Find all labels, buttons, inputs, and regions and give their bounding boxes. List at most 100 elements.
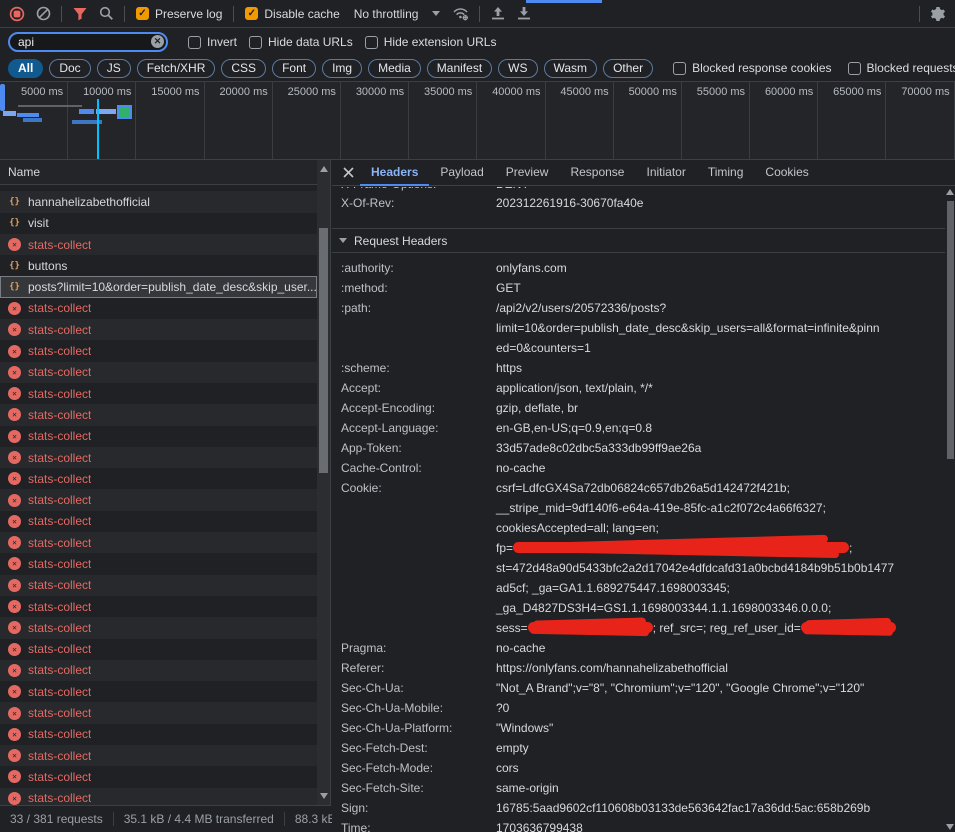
scroll-up-arrow-icon[interactable] <box>946 189 954 195</box>
preserve-log-toggle[interactable]: ✓ Preserve log <box>130 7 228 21</box>
disable-cache-checkbox[interactable]: ✓ <box>245 7 258 20</box>
request-row[interactable]: ✕ stats-collect <box>0 639 317 660</box>
details-tab[interactable]: Cookies <box>754 160 819 186</box>
request-row[interactable]: ✕ stats-collect <box>0 234 317 255</box>
request-row[interactable]: ✕ stats-collect <box>0 319 317 340</box>
throttling-dropdown[interactable]: No throttling <box>346 7 449 21</box>
header-row: Time: 1703636799438 <box>332 818 945 832</box>
request-row[interactable]: ✕ stats-collect <box>0 489 317 510</box>
checkbox-item[interactable]: Invert <box>182 35 243 49</box>
resource-type-chip[interactable]: Doc <box>49 59 90 78</box>
checkbox-item[interactable]: Hide extension URLs <box>359 35 503 49</box>
request-row[interactable]: ✕ stats-collect <box>0 617 317 638</box>
record-button[interactable] <box>4 2 30 26</box>
filter-input[interactable] <box>8 32 168 52</box>
request-row[interactable]: {} hannahelizabethofficial <box>0 191 317 212</box>
resource-type-chip[interactable]: Font <box>272 59 316 78</box>
details-tab[interactable]: Initiator <box>635 160 696 186</box>
request-row[interactable]: ✕ stats-collect <box>0 532 317 553</box>
request-row[interactable]: ✕ stats-collect <box>0 596 317 617</box>
request-row[interactable]: ✕ stats-collect <box>0 362 317 383</box>
request-row[interactable]: ✕ stats-collect <box>0 724 317 745</box>
details-tab[interactable]: Preview <box>495 160 560 186</box>
checkbox-item[interactable]: Blocked response cookies <box>667 61 837 75</box>
checkbox[interactable] <box>188 36 201 49</box>
scrollbar-thumb[interactable] <box>947 201 954 459</box>
request-row[interactable]: ✕ stats-collect <box>0 468 317 489</box>
request-row[interactable]: {} buttons <box>0 255 317 276</box>
toolbar-divider <box>233 6 234 22</box>
search-icon <box>99 6 114 21</box>
request-row[interactable]: ✕ stats-collect <box>0 788 317 805</box>
resource-type-chip[interactable]: Fetch/XHR <box>137 59 216 78</box>
header-value-line: "Not_A Brand";v="8", "Chromium";v="120",… <box>496 678 945 698</box>
disable-cache-toggle[interactable]: ✓ Disable cache <box>239 7 345 21</box>
request-list-scrollbar[interactable] <box>317 160 330 805</box>
details-scrollbar[interactable] <box>945 187 955 832</box>
clear-filter-icon[interactable]: ✕ <box>151 35 164 48</box>
search-button[interactable] <box>93 2 119 26</box>
network-overview-timeline[interactable]: 5000 ms10000 ms15000 ms20000 ms25000 ms3… <box>0 82 955 160</box>
request-row[interactable]: ✕ stats-collect <box>0 660 317 681</box>
resource-type-chip[interactable]: Img <box>322 59 362 78</box>
close-details-button[interactable] <box>336 160 360 186</box>
settings-button[interactable] <box>925 2 951 26</box>
overview-grip-handle[interactable] <box>0 84 5 111</box>
request-row[interactable]: ✕ stats-collect <box>0 426 317 447</box>
resource-type-chip[interactable]: Wasm <box>544 59 598 78</box>
import-har-button[interactable] <box>485 2 511 26</box>
request-headers-section-header[interactable]: Request Headers <box>332 228 945 253</box>
resource-type-chip[interactable]: Manifest <box>427 59 492 78</box>
request-row[interactable]: ✕ stats-collect <box>0 447 317 468</box>
resource-type-chip[interactable]: CSS <box>221 59 266 78</box>
request-row[interactable]: ✕ stats-collect <box>0 553 317 574</box>
checkbox[interactable] <box>848 62 861 75</box>
filter-toggle-button[interactable] <box>67 2 93 26</box>
filter-bar: ✕ Invert Hide data URLs Hide extension U… <box>0 29 955 55</box>
header-value: ?0 <box>496 698 945 718</box>
resource-type-chip[interactable]: WS <box>498 59 537 78</box>
request-row[interactable]: ✕ stats-collect <box>0 681 317 702</box>
network-conditions-button[interactable] <box>448 2 474 26</box>
details-tab[interactable]: Response <box>559 160 635 186</box>
request-row[interactable]: ✕ stats-collect <box>0 575 317 596</box>
request-row[interactable]: {} visit <box>0 213 317 234</box>
details-tab[interactable]: Headers <box>360 160 429 186</box>
request-row[interactable]: ✕ stats-collect <box>0 404 317 425</box>
resource-type-chip[interactable]: JS <box>97 59 131 78</box>
preserve-log-checkbox[interactable]: ✓ <box>136 7 149 20</box>
request-row[interactable]: {} posts?limit=10&order=publish_date_des… <box>0 276 317 297</box>
details-tab[interactable]: Payload <box>429 160 494 186</box>
resource-type-chip[interactable]: All <box>8 59 43 78</box>
resource-type-chip[interactable]: Other <box>603 59 653 78</box>
request-row[interactable]: ✕ stats-collect <box>0 745 317 766</box>
request-row[interactable]: ✕ stats-collect <box>0 383 317 404</box>
checkbox-item[interactable]: Hide data URLs <box>243 35 359 49</box>
checkbox[interactable] <box>673 62 686 75</box>
export-har-button[interactable] <box>511 2 537 26</box>
details-tab[interactable]: Timing <box>697 160 755 186</box>
clear-button[interactable] <box>30 2 56 26</box>
request-row[interactable]: ✕ stats-collect <box>0 298 317 319</box>
request-row[interactable]: ✕ stats-collect <box>0 702 317 723</box>
scroll-down-arrow-icon[interactable] <box>320 793 328 799</box>
scroll-up-arrow-icon[interactable] <box>320 166 328 172</box>
header-value: "Windows" <box>496 718 945 738</box>
request-row[interactable]: ✕ stats-collect <box>0 766 317 787</box>
scrollbar-thumb[interactable] <box>319 228 328 473</box>
header-value: gzip, deflate, br <box>496 398 945 418</box>
section-title: Request Headers <box>354 234 447 248</box>
name-column-header[interactable]: Name <box>0 160 330 185</box>
header-value-line: 16785:5aad9602cf110608b03133de563642fac1… <box>496 798 945 818</box>
checkbox-item[interactable]: Blocked requests <box>842 61 955 75</box>
request-row[interactable]: ✕ stats-collect <box>0 340 317 361</box>
checkbox[interactable] <box>249 36 262 49</box>
request-row[interactable]: ✕ stats-collect <box>0 511 317 532</box>
header-value-line: cors <box>496 758 945 778</box>
network-conditions-icon <box>452 6 470 21</box>
scroll-down-arrow-icon[interactable] <box>946 824 954 830</box>
checkbox[interactable] <box>365 36 378 49</box>
resource-type-chip[interactable]: Media <box>368 59 421 78</box>
header-value: no-cache <box>496 458 945 478</box>
header-value-line: 1703636799438 <box>496 818 945 832</box>
